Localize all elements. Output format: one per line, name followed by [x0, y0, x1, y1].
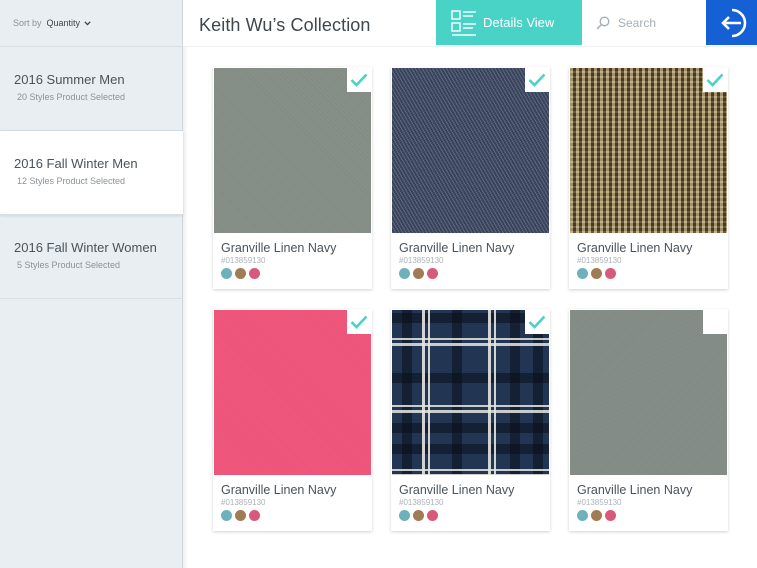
- select-checkbox[interactable]: [347, 68, 371, 92]
- fabric-swatch: [570, 68, 727, 233]
- product-name: Granville Linen Navy: [221, 241, 337, 255]
- product-name: Granville Linen Navy: [577, 483, 693, 497]
- select-checkbox[interactable]: [703, 310, 727, 334]
- color-dot-brown[interactable]: [591, 510, 602, 521]
- color-options: [221, 510, 372, 521]
- color-dot-brown[interactable]: [591, 268, 602, 279]
- color-dot-teal[interactable]: [577, 268, 588, 279]
- collection-item-fall-winter-women[interactable]: 2016 Fall Winter Women 5 Styles Product …: [0, 215, 182, 299]
- product-card[interactable]: Granville Linen Navy #013859130: [213, 67, 372, 289]
- fabric-swatch: [570, 310, 727, 475]
- color-dot-brown[interactable]: [413, 268, 424, 279]
- collection-name: 2016 Fall Winter Men: [14, 156, 138, 171]
- collection-item-summer-men[interactable]: 2016 Summer Men 20 Styles Product Select…: [0, 47, 182, 131]
- sidebar: Sort by Quantity 2016 Summer Men 20 Styl…: [0, 0, 188, 568]
- color-dot-pink[interactable]: [427, 510, 438, 521]
- color-dot-teal[interactable]: [399, 510, 410, 521]
- fabric-swatch: [392, 310, 549, 475]
- collection-count: 20 Styles Product Selected: [17, 92, 126, 102]
- product-card[interactable]: Granville Linen Navy #013859130: [213, 309, 372, 531]
- collection-count: 5 Styles Product Selected: [17, 260, 121, 270]
- product-name: Granville Linen Navy: [399, 483, 515, 497]
- product-code: #013859130: [577, 256, 622, 265]
- color-dot-brown[interactable]: [235, 268, 246, 279]
- app: Sort by Quantity 2016 Summer Men 20 Styl…: [0, 0, 757, 568]
- details-view-label: Details View: [483, 15, 555, 30]
- color-options: [577, 268, 728, 279]
- select-checkbox[interactable]: [525, 68, 549, 92]
- color-dot-brown[interactable]: [235, 510, 246, 521]
- search-box: [582, 0, 706, 45]
- collection-item-fall-winter-men[interactable]: 2016 Fall Winter Men 12 Styles Product S…: [0, 131, 183, 215]
- exit-arrow-icon: [720, 8, 746, 37]
- checkmark-icon: [350, 73, 368, 87]
- top-bar: Keith Wu’s Collection Details View: [183, 0, 757, 47]
- sort-value: Quantity: [46, 18, 81, 28]
- product-card[interactable]: Granville Linen Navy #013859130: [391, 309, 550, 531]
- color-dot-teal[interactable]: [221, 268, 232, 279]
- product-name: Granville Linen Navy: [221, 483, 337, 497]
- color-dot-teal[interactable]: [577, 510, 588, 521]
- checkmark-icon: [706, 73, 724, 87]
- product-card[interactable]: Granville Linen Navy #013859130: [569, 67, 728, 289]
- select-checkbox[interactable]: [347, 310, 371, 334]
- collection-count: 12 Styles Product Selected: [17, 176, 126, 186]
- color-dot-pink[interactable]: [605, 510, 616, 521]
- page-title: Keith Wu’s Collection: [199, 15, 371, 35]
- details-view-icon: [451, 9, 476, 36]
- color-options: [221, 268, 372, 279]
- product-code: #013859130: [577, 498, 622, 507]
- fabric-swatch: [214, 310, 371, 475]
- color-dot-pink[interactable]: [249, 268, 260, 279]
- collection-name: 2016 Fall Winter Women: [14, 240, 157, 255]
- chevron-down-icon: [84, 20, 91, 26]
- details-view-button[interactable]: Details View: [436, 0, 582, 45]
- product-code: #013859130: [399, 498, 444, 507]
- product-grid: Granville Linen Navy #013859130 Granvill…: [213, 67, 729, 531]
- color-dot-pink[interactable]: [249, 510, 260, 521]
- fabric-swatch: [392, 68, 549, 233]
- search-icon: [596, 15, 610, 29]
- search-input[interactable]: [618, 15, 698, 30]
- product-name: Granville Linen Navy: [577, 241, 693, 255]
- collection-name: 2016 Summer Men: [14, 72, 125, 87]
- color-options: [399, 510, 550, 521]
- checkmark-icon: [528, 73, 546, 87]
- product-name: Granville Linen Navy: [399, 241, 515, 255]
- product-code: #013859130: [221, 256, 266, 265]
- product-card[interactable]: Granville Linen Navy #013859130: [569, 309, 728, 531]
- product-code: #013859130: [399, 256, 444, 265]
- color-dot-teal[interactable]: [399, 268, 410, 279]
- exit-button[interactable]: [706, 0, 757, 45]
- sort-dropdown[interactable]: Sort by Quantity: [0, 0, 182, 47]
- color-dot-pink[interactable]: [427, 268, 438, 279]
- product-card[interactable]: Granville Linen Navy #013859130: [391, 67, 550, 289]
- select-checkbox[interactable]: [525, 310, 549, 334]
- select-checkbox[interactable]: [703, 68, 727, 92]
- product-code: #013859130: [221, 498, 266, 507]
- checkmark-icon: [350, 315, 368, 329]
- color-dot-brown[interactable]: [413, 510, 424, 521]
- color-dot-pink[interactable]: [605, 268, 616, 279]
- color-dot-teal[interactable]: [221, 510, 232, 521]
- color-options: [399, 268, 550, 279]
- color-options: [577, 510, 728, 521]
- fabric-swatch: [214, 68, 371, 233]
- checkmark-icon: [528, 315, 546, 329]
- sort-label: Sort by: [13, 18, 42, 28]
